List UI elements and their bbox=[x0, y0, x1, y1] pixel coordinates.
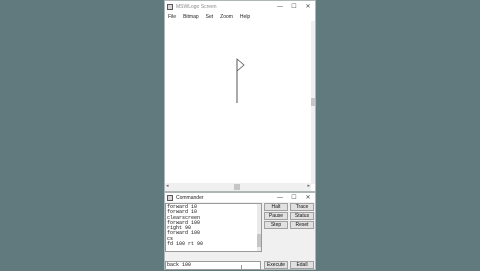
drawing-canvas[interactable] bbox=[165, 21, 312, 184]
history-scroll-thumb[interactable] bbox=[257, 234, 261, 247]
menu-file[interactable]: File bbox=[168, 14, 176, 20]
maximize-icon[interactable]: ☐ bbox=[287, 1, 301, 12]
halt-button[interactable]: Halt bbox=[264, 203, 288, 211]
menu-bitmap[interactable]: Bitmap bbox=[183, 14, 199, 20]
screen-window: MSWLogo Screen — ☐ ✕ File Bitmap Set Zoo… bbox=[164, 0, 316, 192]
app-icon bbox=[167, 194, 173, 201]
turtle-icon bbox=[236, 58, 245, 72]
trace-button[interactable]: Trace bbox=[290, 203, 314, 211]
canvas-drawing bbox=[236, 58, 245, 103]
scroll-right-icon[interactable]: ▸ bbox=[307, 183, 310, 189]
history-text: forward 10 forward 10 clearscreen forwar… bbox=[167, 204, 204, 248]
reset-button[interactable]: Reset bbox=[290, 221, 314, 229]
menu-zoom[interactable]: Zoom bbox=[220, 14, 233, 20]
step-button[interactable]: Step bbox=[264, 221, 288, 229]
pause-button[interactable]: Pause bbox=[264, 212, 288, 220]
minimize-icon[interactable]: — bbox=[273, 192, 287, 203]
close-icon[interactable]: ✕ bbox=[301, 1, 315, 12]
command-history[interactable]: forward 10 forward 10 clearscreen forwar… bbox=[165, 203, 262, 252]
commander-titlebar[interactable]: Commander — ☐ ✕ bbox=[165, 193, 315, 202]
execute-button[interactable]: Execute bbox=[264, 261, 288, 269]
status-button[interactable]: Status bbox=[290, 212, 314, 220]
command-input[interactable]: back 100 bbox=[165, 261, 261, 270]
vertical-scroll-thumb[interactable] bbox=[311, 98, 315, 106]
text-cursor-icon: I bbox=[241, 265, 243, 271]
menu-set[interactable]: Set bbox=[206, 14, 214, 20]
minimize-icon[interactable]: — bbox=[273, 1, 287, 12]
close-icon[interactable]: ✕ bbox=[301, 192, 315, 203]
horizontal-scroll-thumb[interactable] bbox=[234, 184, 240, 190]
commander-title: Commander bbox=[176, 194, 204, 201]
scroll-left-icon[interactable]: ◂ bbox=[166, 183, 169, 189]
menu-bar: File Bitmap Set Zoom Help bbox=[165, 12, 315, 21]
vertical-scrollbar[interactable] bbox=[311, 21, 315, 184]
screen-titlebar[interactable]: MSWLogo Screen — ☐ ✕ bbox=[165, 1, 315, 12]
edall-button[interactable]: Edall bbox=[290, 261, 314, 269]
horizontal-scrollbar[interactable]: ◂ ▸ bbox=[165, 183, 311, 191]
maximize-icon[interactable]: ☐ bbox=[287, 192, 301, 203]
app-icon bbox=[167, 3, 173, 10]
menu-help[interactable]: Help bbox=[240, 14, 250, 20]
commander-window: Commander — ☐ ✕ forward 10 forward 10 cl… bbox=[164, 192, 316, 271]
screen-title: MSWLogo Screen bbox=[176, 3, 217, 10]
history-scrollbar[interactable] bbox=[257, 204, 261, 251]
